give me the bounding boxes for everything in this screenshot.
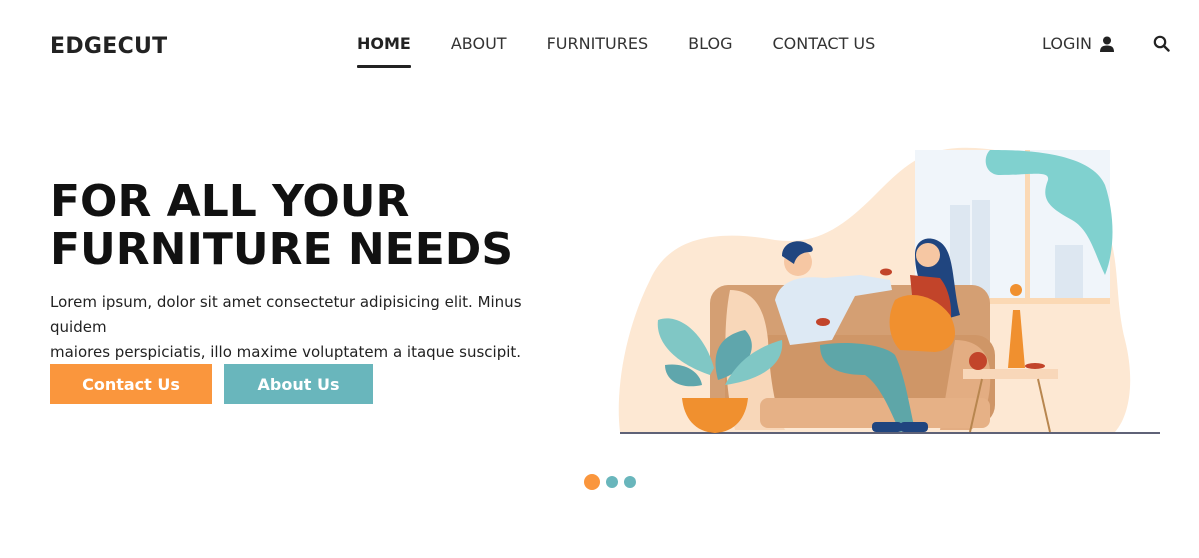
nav-item-home[interactable]: HOME (357, 34, 411, 68)
nav-item-furnitures[interactable]: FURNITURES (547, 34, 649, 53)
window-building (1055, 245, 1083, 300)
contact-us-button[interactable]: Contact Us (50, 364, 212, 404)
side-table-top (963, 369, 1058, 379)
carousel-dot-1[interactable] (584, 474, 600, 490)
login-label: LOGIN (1042, 34, 1093, 53)
main-nav: HOME ABOUT FURNITURES BLOG CONTACT US (357, 34, 915, 68)
window-building (972, 200, 990, 300)
man-shoe (872, 422, 902, 432)
hero-description-line-1: Lorem ipsum, dolor sit amet consectetur … (50, 293, 522, 336)
about-us-button[interactable]: About Us (224, 364, 373, 404)
hero-description: Lorem ipsum, dolor sit amet consectetur … (50, 290, 570, 365)
site-header: EDGECUT HOME ABOUT FURNITURES BLOG CONTA… (0, 0, 1199, 90)
hero-illustration (618, 147, 1160, 434)
hero-title-line-2: FURNITURE NEEDS (50, 224, 514, 275)
nav-item-contact-us[interactable]: CONTACT US (772, 34, 875, 53)
user-icon (1100, 36, 1115, 52)
carousel-dot-2[interactable] (606, 476, 618, 488)
login-link[interactable]: LOGIN (1042, 34, 1115, 53)
carousel-dots (584, 474, 642, 490)
nav-item-about[interactable]: ABOUT (451, 34, 507, 53)
carousel-dot-3[interactable] (624, 476, 636, 488)
woman-cup (880, 268, 892, 276)
hero-description-line-2: maiores perspiciatis, illo maxime volupt… (50, 343, 522, 361)
man-shoe (900, 422, 928, 432)
brand-logo[interactable]: EDGECUT (50, 34, 168, 59)
nav-item-blog[interactable]: BLOG (688, 34, 732, 53)
search-icon (1153, 35, 1170, 52)
search-button[interactable] (1153, 35, 1170, 56)
flower (1010, 284, 1022, 296)
hero-title: FOR ALL YOUR FURNITURE NEEDS (50, 178, 570, 274)
teapot (969, 352, 987, 370)
man-cup (816, 318, 830, 326)
tray (1025, 363, 1045, 369)
hero-title-line-1: FOR ALL YOUR (50, 176, 410, 227)
woman-head (916, 243, 940, 267)
